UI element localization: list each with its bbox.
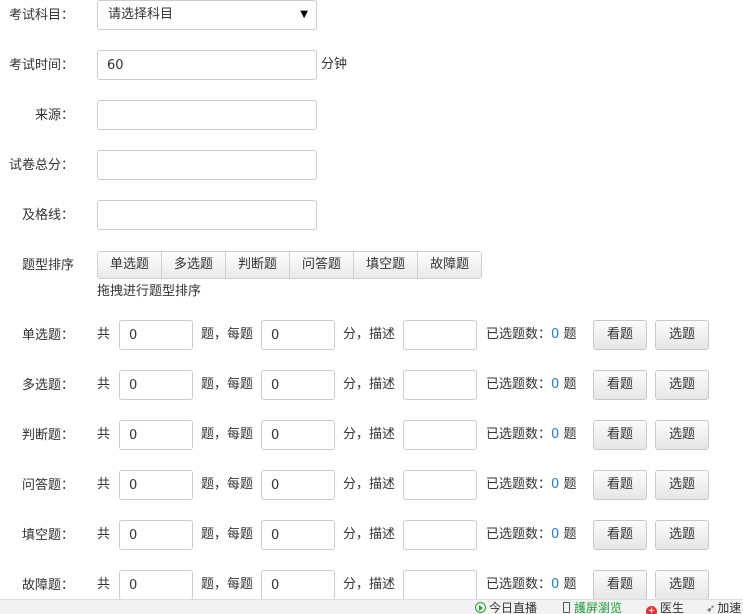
sort-tab-single-choice[interactable]: 单选题 — [98, 252, 163, 278]
sort-tab-fault[interactable]: 故障题 — [418, 252, 482, 278]
each-score-text: 题，每题 — [201, 377, 254, 392]
total-prefix: 共 — [97, 327, 111, 342]
statusbar-speed[interactable]: ➶ 加速 — [706, 601, 741, 614]
total-prefix: 共 — [97, 527, 111, 542]
pick-questions-button[interactable]: 选题 — [655, 470, 709, 500]
view-questions-button[interactable]: 看题 — [593, 420, 647, 450]
each-score-text: 题，每题 — [201, 427, 254, 442]
selected-count-value: 0 — [551, 577, 560, 592]
score-per-question-input[interactable] — [261, 370, 335, 400]
description-text: 分，描述 — [343, 527, 396, 542]
description-text: 分，描述 — [343, 377, 396, 392]
question-type-label: 故障题： — [21, 578, 74, 593]
selected-count: 已选题数：0 题 — [486, 527, 577, 542]
doctor-cross-icon: + — [646, 606, 657, 614]
pick-questions-button[interactable]: 选题 — [655, 520, 709, 550]
question-type-label: 判断题： — [21, 428, 74, 443]
selected-count: 已选题数：0 题 — [486, 477, 577, 492]
description-input[interactable] — [403, 420, 477, 450]
total-score-label: 试卷总分： — [8, 158, 74, 173]
subject-select[interactable]: 请选择科目 ▼ — [97, 0, 317, 30]
statusbar-live[interactable]: 今日直播 — [475, 601, 537, 614]
play-circle-icon — [475, 602, 486, 613]
sort-tab-fill-blank[interactable]: 填空题 — [354, 252, 419, 278]
sort-tab-qa[interactable]: 问答题 — [290, 252, 355, 278]
each-score-text: 题，每题 — [201, 327, 254, 342]
duration-label: 考试时间： — [8, 58, 74, 73]
score-per-question-input[interactable] — [261, 420, 335, 450]
pass-line-label: 及格线： — [21, 208, 74, 223]
source-label: 来源： — [34, 108, 74, 123]
pick-questions-button[interactable]: 选题 — [655, 320, 709, 350]
score-per-question-input[interactable] — [261, 470, 335, 500]
selected-count: 已选题数：0 题 — [486, 427, 577, 442]
selected-count-value: 0 — [551, 377, 560, 392]
view-questions-button[interactable]: 看题 — [593, 320, 647, 350]
pick-questions-button[interactable]: 选题 — [655, 420, 709, 450]
statusbar-doctor[interactable]: + 医生 — [646, 601, 684, 614]
selected-count-value: 0 — [551, 477, 560, 492]
description-input[interactable] — [403, 570, 477, 600]
question-count-input[interactable] — [119, 570, 193, 600]
view-questions-button[interactable]: 看题 — [593, 470, 647, 500]
question-count-input[interactable] — [119, 320, 193, 350]
each-score-text: 题，每题 — [201, 577, 254, 592]
description-text: 分，描述 — [343, 427, 396, 442]
view-questions-button[interactable]: 看题 — [593, 570, 647, 600]
triangle-down-icon: ▼ — [300, 9, 308, 20]
pick-questions-button[interactable]: 选题 — [655, 570, 709, 600]
sorting-hint: 拖拽进行题型排序 — [97, 284, 202, 299]
each-score-text: 题，每题 — [201, 477, 254, 492]
question-count-input[interactable] — [119, 520, 193, 550]
question-type-label: 问答题： — [21, 478, 74, 493]
phone-icon — [563, 602, 570, 613]
description-input[interactable] — [403, 320, 477, 350]
description-input[interactable] — [403, 470, 477, 500]
total-prefix: 共 — [97, 477, 111, 492]
duration-unit: 分钟 — [321, 57, 348, 72]
statusbar-screen[interactable]: 護屏瀏览 — [563, 601, 622, 614]
pick-questions-button[interactable]: 选题 — [655, 370, 709, 400]
total-prefix: 共 — [97, 577, 111, 592]
sorting-label: 题型排序 — [21, 258, 74, 273]
description-input[interactable] — [403, 520, 477, 550]
subject-label: 考试科目： — [8, 8, 74, 23]
browser-statusbar: 今日直播 護屏瀏览 + 医生 ➶ 加速 — [0, 599, 743, 614]
question-count-input[interactable] — [119, 370, 193, 400]
question-type-label: 填空题： — [21, 528, 74, 543]
score-per-question-input[interactable] — [261, 520, 335, 550]
description-text: 分，描述 — [343, 577, 396, 592]
source-input[interactable] — [97, 100, 317, 130]
question-type-label: 多选题： — [21, 378, 74, 393]
total-prefix: 共 — [97, 427, 111, 442]
total-prefix: 共 — [97, 377, 111, 392]
selected-count-value: 0 — [551, 427, 560, 442]
question-count-input[interactable] — [119, 420, 193, 450]
pass-line-input[interactable] — [97, 200, 317, 230]
question-count-input[interactable] — [119, 470, 193, 500]
total-score-input[interactable] — [97, 150, 317, 180]
subject-select-value: 请选择科目 — [108, 7, 174, 22]
question-type-label: 单选题： — [21, 328, 74, 343]
score-per-question-input[interactable] — [261, 320, 335, 350]
selected-count-value: 0 — [551, 327, 560, 342]
selected-count: 已选题数：0 题 — [486, 377, 577, 392]
rocket-icon: ➶ — [706, 602, 716, 614]
view-questions-button[interactable]: 看题 — [593, 520, 647, 550]
duration-input[interactable] — [97, 50, 317, 80]
each-score-text: 题，每题 — [201, 527, 254, 542]
selected-count-value: 0 — [551, 527, 560, 542]
description-text: 分，描述 — [343, 327, 396, 342]
selected-count: 已选题数：0 题 — [486, 577, 577, 592]
view-questions-button[interactable]: 看题 — [593, 370, 647, 400]
question-type-sort-bar: 单选题 多选题 判断题 问答题 填空题 故障题 — [97, 251, 483, 279]
score-per-question-input[interactable] — [261, 570, 335, 600]
description-text: 分，描述 — [343, 477, 396, 492]
sort-tab-true-false[interactable]: 判断题 — [226, 252, 291, 278]
sort-tab-multiple-choice[interactable]: 多选题 — [162, 252, 227, 278]
description-input[interactable] — [403, 370, 477, 400]
selected-count: 已选题数：0 题 — [486, 327, 577, 342]
